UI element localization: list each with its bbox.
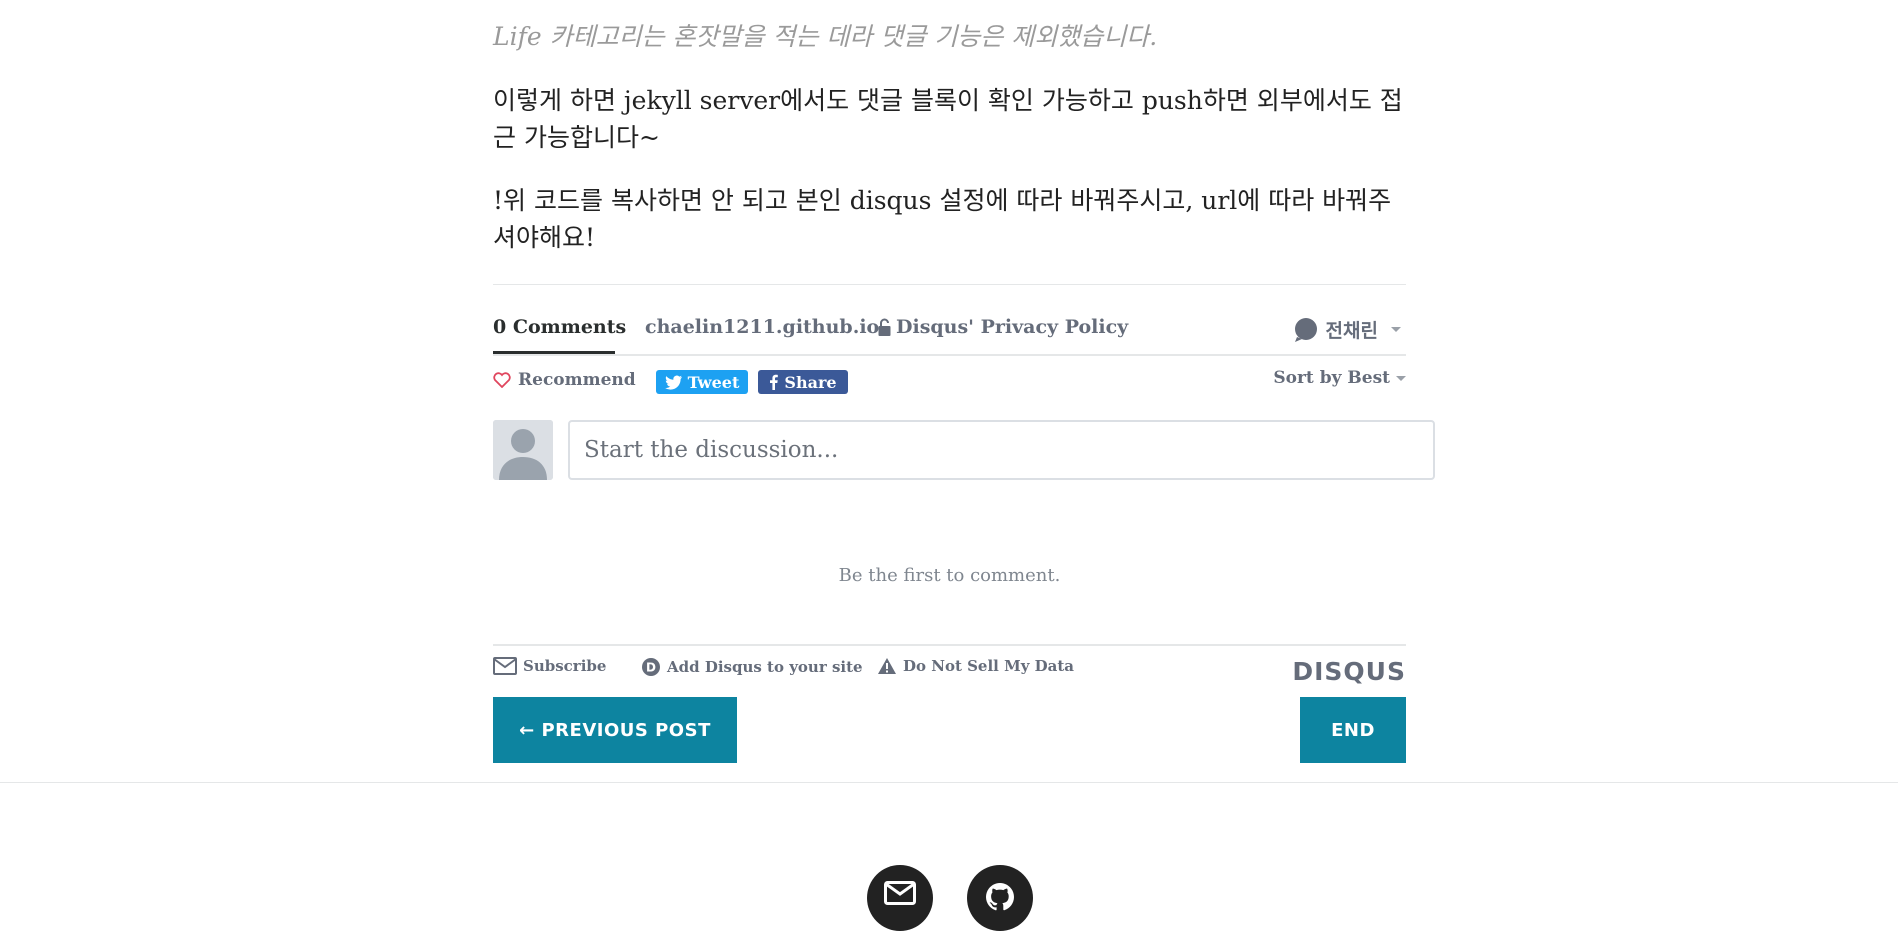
disqus-d-icon: D bbox=[642, 658, 660, 676]
footer-divider bbox=[0, 782, 1898, 783]
tweet-label: Tweet bbox=[687, 372, 740, 392]
lock-icon bbox=[878, 318, 891, 336]
facebook-icon bbox=[770, 374, 779, 390]
mail-icon bbox=[884, 881, 916, 905]
privacy-policy-label: Disqus' Privacy Policy bbox=[896, 316, 1129, 338]
previous-post-button[interactable]: ← PREVIOUS POST bbox=[493, 697, 737, 763]
tab-comments-count[interactable]: 0 Comments bbox=[493, 316, 626, 338]
svg-text:D: D bbox=[646, 661, 656, 675]
post-paragraph: 이렇게 하면 jekyll server에서도 댓글 블록이 확인 가능하고 p… bbox=[493, 86, 1403, 152]
warning-icon bbox=[878, 658, 896, 674]
mail-social-link[interactable] bbox=[867, 865, 933, 931]
recommend-label: Recommend bbox=[518, 370, 636, 390]
disqus-footer: Subscribe D Add Disqus to your site Do N… bbox=[493, 644, 1406, 686]
subscribe-link[interactable]: Subscribe bbox=[493, 657, 606, 675]
sort-label: Sort by Best bbox=[1273, 368, 1390, 388]
post-paragraph: !위 코드를 복사하면 안 되고 본인 disqus 설정에 따라 바꿔주시고,… bbox=[493, 186, 1392, 252]
do-not-sell-link[interactable]: Do Not Sell My Data bbox=[877, 657, 1074, 675]
disqus-logo[interactable]: DISQUS bbox=[1292, 657, 1406, 686]
privacy-policy-link[interactable]: Disqus' Privacy Policy bbox=[878, 316, 1128, 338]
envelope-icon bbox=[493, 657, 517, 675]
username: 전채린 bbox=[1325, 320, 1378, 342]
disqus-actions: Recommend Tweet Share Sort by Best bbox=[493, 368, 1406, 398]
twitter-icon bbox=[664, 375, 682, 390]
share-label: Share bbox=[784, 372, 837, 392]
add-disqus-label: Add Disqus to your site bbox=[667, 658, 863, 676]
disqus-nav: 0 Comments chaelin1211.github.io Disqus'… bbox=[493, 312, 1406, 356]
active-tab-indicator bbox=[493, 351, 615, 354]
sort-dropdown[interactable]: Sort by Best bbox=[1273, 368, 1406, 388]
chevron-down-icon bbox=[1391, 327, 1401, 332]
tweet-button[interactable]: Tweet bbox=[656, 370, 748, 394]
subscribe-label: Subscribe bbox=[523, 657, 607, 675]
facebook-share-button[interactable]: Share bbox=[758, 370, 848, 394]
tab-community-domain[interactable]: chaelin1211.github.io bbox=[645, 316, 879, 338]
chevron-down-icon bbox=[1396, 375, 1406, 381]
github-icon bbox=[986, 883, 1014, 911]
empty-state-text: Be the first to comment. bbox=[838, 565, 1061, 586]
divider bbox=[493, 284, 1406, 285]
chat-bubble-icon bbox=[1294, 317, 1317, 342]
add-disqus-link[interactable]: D Add Disqus to your site bbox=[641, 657, 863, 677]
avatar bbox=[493, 420, 553, 480]
user-menu[interactable]: 전채린 bbox=[1293, 316, 1401, 343]
recommend-button[interactable]: Recommend bbox=[493, 370, 636, 390]
user-placeholder-icon bbox=[493, 420, 553, 480]
do-not-sell-label: Do Not Sell My Data bbox=[903, 657, 1075, 675]
post-italic-note: Life 카테고리는 혼잣말을 적는 데라 댓글 기능은 제외했습니다. bbox=[493, 22, 1158, 51]
comment-input[interactable]: Start the discussion... bbox=[568, 420, 1435, 480]
end-button[interactable]: END bbox=[1300, 697, 1406, 763]
github-social-link[interactable] bbox=[967, 865, 1033, 931]
heart-icon bbox=[493, 372, 511, 388]
